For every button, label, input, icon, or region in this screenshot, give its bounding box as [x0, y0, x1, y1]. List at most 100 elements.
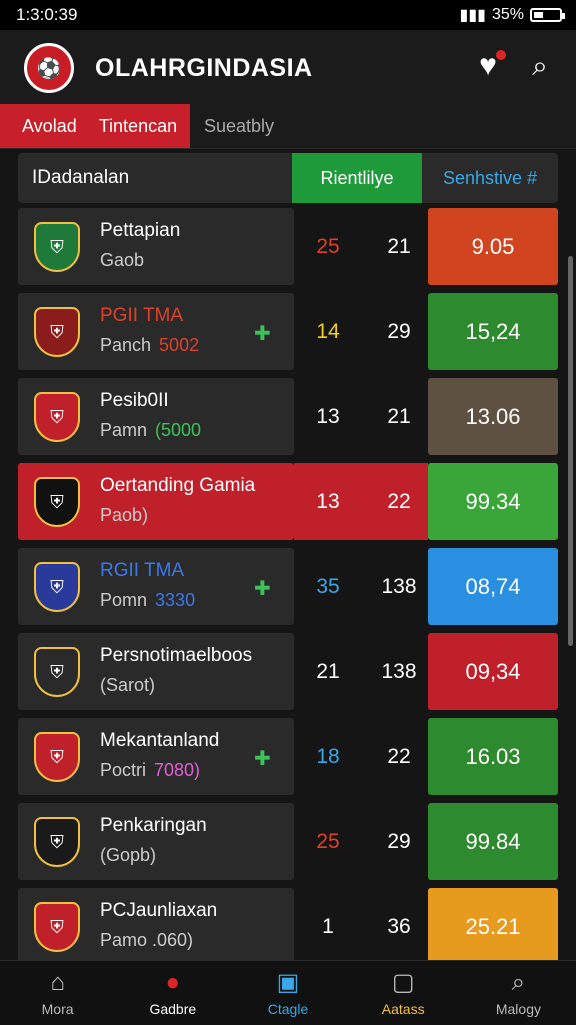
nav-gadbre[interactable]: ● Gadbre: [115, 961, 230, 1025]
table-row[interactable]: ⛨ Mekantanland Poctri 7080) ✚ 18 22 16.03: [18, 718, 558, 795]
team-tag: 7080): [154, 760, 201, 780]
tab-sueatbly[interactable]: Sueatbly: [204, 104, 274, 148]
battery-icon: [530, 8, 565, 22]
middle-value: 29: [387, 830, 411, 853]
tab-avolad[interactable]: Avolad: [22, 116, 77, 137]
score-value: 09,34: [428, 633, 558, 710]
team-sub-label: Panch: [100, 335, 152, 355]
team-crest-icon: ⛨: [34, 817, 80, 867]
header-middle[interactable]: Rientlilye: [292, 153, 422, 203]
team-cell: ⛨ Oertanding Gamia Paob): [18, 463, 294, 540]
team-crest-icon: ⛨: [34, 647, 80, 697]
nav-ctagle[interactable]: ▣ Ctagle: [230, 961, 345, 1025]
box-icon: ▢: [391, 969, 415, 996]
team-cell: ⛨ Mekantanland Poctri 7080) ✚: [18, 718, 294, 795]
team-sub: Pamn (5000: [100, 420, 201, 441]
team-sub: Poctri 7080): [100, 760, 200, 781]
standings-table: IDadanalan Rientlilye Senhstive #: [18, 153, 558, 203]
middle-value: 22: [387, 745, 411, 768]
score-value: 13.06: [428, 378, 558, 455]
score-value: 16.03: [428, 718, 558, 795]
team-tag: 5002: [159, 335, 200, 355]
rank-value: 21: [316, 660, 340, 683]
table-header: IDadanalan Rientlilye Senhstive #: [18, 153, 558, 203]
search-icon[interactable]: ⌕: [522, 48, 558, 84]
score-value: 9.05: [428, 208, 558, 285]
app-logo[interactable]: ⚽: [24, 43, 74, 93]
team-sub-label: Pomn: [100, 590, 148, 610]
team-sub: Pomn 3330: [100, 590, 195, 611]
app-title: OLAHRGINDASIA: [95, 54, 313, 82]
team-tag: 3330: [155, 590, 196, 610]
rank-value: 13: [316, 490, 340, 513]
team-cell: ⛨ Penkaringan (Gopb): [18, 803, 294, 880]
team-sub-label: Pamo .060): [100, 930, 194, 950]
team-name: PCJaunliaxan: [100, 900, 218, 921]
team-cell: ⛨ Pesib0II Pamn (5000: [18, 378, 294, 455]
score-value: 99.34: [428, 463, 558, 540]
search-icon: ⌕: [511, 969, 526, 996]
middle-value: 138: [381, 660, 417, 683]
team-crest-icon: ⛨: [34, 307, 80, 357]
home-icon: ⌂: [50, 969, 65, 996]
team-cell: ⛨ PGII TMA Panch 5002 ✚: [18, 293, 294, 370]
team-name: PGII TMA: [100, 305, 184, 326]
nav-label: Aatass: [381, 1001, 425, 1017]
nav-malogy[interactable]: ⌕ Malogy: [461, 961, 576, 1025]
team-sub: (Gopb): [100, 845, 164, 866]
team-cell: ⛨ Persnotimaelboos (Sarot): [18, 633, 294, 710]
header-name[interactable]: IDadanalan: [32, 153, 129, 203]
team-crest-icon: ⛨: [34, 732, 80, 782]
rank-value: 25: [316, 830, 340, 853]
team-cell: ⛨ RGII TMA Pomn 3330 ✚: [18, 548, 294, 625]
table-row[interactable]: ⛨ Persnotimaelboos (Sarot) 21 138 09,34: [18, 633, 558, 710]
team-sub-label: Gaob: [100, 250, 145, 270]
team-name: Oertanding Gamia: [100, 475, 256, 496]
team-sub-label: Paob): [100, 505, 149, 525]
table-row[interactable]: ⛨ Pettapian Gaob 25 21 9.05: [18, 208, 558, 285]
middle-value: 22: [387, 490, 411, 513]
score-value: 99.84: [428, 803, 558, 880]
team-sub-label: Poctri: [100, 760, 147, 780]
nav-aatass[interactable]: ▢ Aatass: [346, 961, 461, 1025]
score-value: 15,24: [428, 293, 558, 370]
score-value: 08,74: [428, 548, 558, 625]
tab-bar: Avolad Tintencan Sueatbly: [0, 104, 576, 149]
team-tag: (5000: [155, 420, 202, 440]
table-row[interactable]: ⛨ PGII TMA Panch 5002 ✚ 14 29 15,24: [18, 293, 558, 370]
team-sub: Pamo .060): [100, 930, 201, 951]
table-row[interactable]: ⛨ Oertanding Gamia Paob) 13 22 99.34: [18, 463, 558, 540]
table-row[interactable]: ⛨ RGII TMA Pomn 3330 ✚ 35 138 08,74: [18, 548, 558, 625]
status-right: ▮▮▮ 35%: [459, 5, 565, 25]
middle-value: 21: [387, 235, 411, 258]
rank-value: 1: [322, 915, 334, 938]
tab-tintencan[interactable]: Tintencan: [99, 116, 177, 137]
table-row[interactable]: ⛨ Penkaringan (Gopb) 25 29 99.84: [18, 803, 558, 880]
team-cell: ⛨ PCJaunliaxan Pamo .060): [18, 888, 294, 965]
ball-icon: ●: [165, 969, 181, 996]
team-name: Pesib0II: [100, 390, 169, 411]
nav-mora[interactable]: ⌂ Mora: [0, 961, 115, 1025]
team-sub: Panch 5002: [100, 335, 199, 356]
trend-icon: ✚: [254, 323, 271, 345]
team-sub-label: Pamn: [100, 420, 148, 440]
signal-icon: ▮▮▮: [459, 7, 486, 24]
team-sub-label: (Gopb): [100, 845, 157, 865]
bottom-nav: ⌂ Mora ● Gadbre ▣ Ctagle ▢ Aatass ⌕ Malo…: [0, 960, 576, 1025]
scrollbar[interactable]: [568, 256, 573, 646]
battery-percent: 35%: [491, 6, 524, 23]
tab-active-group: Avolad Tintencan: [0, 104, 190, 148]
team-sub: Gaob: [100, 250, 152, 271]
table-row[interactable]: ⛨ PCJaunliaxan Pamo .060) 1 36 25.21: [18, 888, 558, 965]
header-score[interactable]: Senhstive #: [422, 153, 558, 203]
rank-value: 14: [316, 320, 340, 343]
nav-label: Mora: [41, 1001, 74, 1017]
table-row[interactable]: ⛨ Pesib0II Pamn (5000 13 21 13.06: [18, 378, 558, 455]
status-bar: 1:3:0:39 ▮▮▮ 35%: [0, 0, 576, 30]
nav-label: Ctagle: [267, 1001, 309, 1017]
team-cell: ⛨ Pettapian Gaob: [18, 208, 294, 285]
team-crest-icon: ⛨: [34, 477, 80, 527]
team-sub-label: (Sarot): [100, 675, 156, 695]
favorites-heart-icon[interactable]: ♥: [470, 48, 506, 84]
team-crest-icon: ⛨: [34, 222, 80, 272]
